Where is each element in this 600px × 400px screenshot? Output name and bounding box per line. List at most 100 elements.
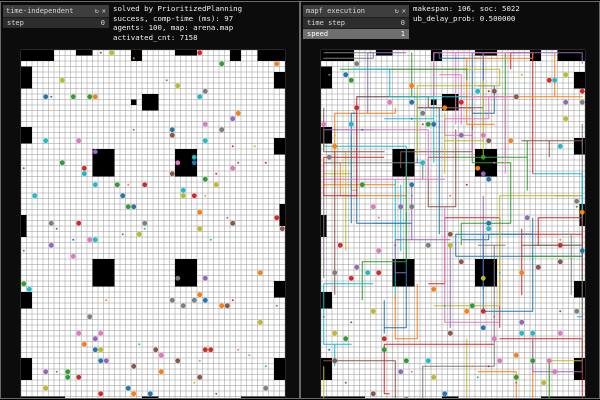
agent-goal [333,249,336,252]
agent-marker [480,325,486,331]
agent-marker [431,286,437,292]
agent-marker [480,154,486,160]
time-independent-window[interactable]: time-independent ↻ ✕ step 0 [3,5,109,28]
agent-goal [328,348,331,351]
agent-marker [343,72,349,78]
agent-marker [65,369,71,375]
agent-marker [332,143,338,149]
obstacle [230,50,241,61]
agent-marker [381,336,387,342]
time-step-label: time step [307,19,345,27]
agent-marker [32,193,38,199]
agent-marker [213,182,219,188]
agent-marker [219,303,225,309]
agent-goal [487,90,490,93]
speed-slider[interactable]: speed 1 [303,28,409,39]
agent-goal [465,183,468,186]
agent-marker [458,259,464,265]
agent-marker [109,50,115,56]
agent-marker [180,187,186,193]
agent-goal [22,167,25,170]
agent-marker [59,77,65,83]
collapse-icon[interactable]: ↻ [395,7,399,15]
agent-marker [92,182,98,188]
agent-goal [215,172,218,175]
agent-marker [76,138,82,144]
agent-marker [475,165,481,171]
close-icon[interactable]: ✕ [102,7,106,15]
agent-goal [204,194,207,197]
agent-marker [131,363,137,369]
agent-marker [274,215,280,221]
agent-marker [208,347,214,353]
agent-marker [409,204,415,210]
agent-marker [191,193,197,199]
agent-marker [403,358,409,364]
agent-marker [519,270,525,276]
agent-marker [92,94,98,100]
agent-goal [504,161,507,164]
agent-marker [158,369,164,375]
agent-marker [70,253,76,259]
agent-marker [563,99,569,105]
agent-marker [257,270,263,276]
agent-marker [354,264,360,270]
agent-marker [103,358,109,364]
info-line: makespan: 106, soc: 5022 [413,4,520,13]
agent-marker [557,330,563,336]
left-panel: time-independent ↻ ✕ step 0 solved by Pri… [0,1,300,399]
agent-marker [480,171,486,177]
agent-marker [202,347,208,353]
agent-marker [59,160,65,166]
agent-marker [92,237,98,243]
agent-marker [370,308,376,314]
agent-goal [132,205,135,208]
agent-goal [132,128,135,131]
step-slider[interactable]: step 0 [3,17,109,28]
agent-marker [557,242,563,248]
agent-marker [574,308,580,314]
agent-goal [575,205,578,208]
agent-goal [520,73,523,76]
agent-marker [354,61,360,67]
agent-marker [263,385,269,391]
obstacle [274,72,285,89]
agent-marker [469,303,475,309]
agent-goal [559,310,562,313]
mapf-execution-window[interactable]: mapf execution ↻ ✕ time step 0 speed 1 [303,5,409,39]
agent-goal [581,277,584,280]
speed-label: speed [307,30,329,38]
collapse-icon[interactable]: ↻ [95,7,99,15]
agent-marker [447,242,453,248]
window-titlebar[interactable]: time-independent ↻ ✕ [3,5,109,17]
agent-marker [486,138,492,144]
agent-goal [476,376,479,379]
agent-goal [498,271,501,274]
agent-marker [125,385,131,391]
agent-marker [274,61,280,67]
agent-marker [480,308,486,314]
agent-marker [398,204,404,210]
agent-goal [377,216,380,219]
obstacle [175,259,197,287]
obstacle [21,50,54,61]
agent-goal [410,370,413,373]
agent-marker [579,209,585,215]
agent-marker [442,391,448,397]
agent-marker [76,374,82,380]
agent-marker [87,314,93,320]
close-icon[interactable]: ✕ [402,7,406,15]
window-titlebar[interactable]: mapf execution ↻ ✕ [303,5,409,17]
obstacle [279,204,285,226]
agent-marker [169,127,175,133]
solver-info: solved by PrioritizedPlanning success, c… [113,4,242,42]
agent-goal [22,249,25,252]
agent-marker [480,275,486,281]
agent-goal [493,315,496,318]
agent-marker [87,237,93,243]
agent-marker [175,358,181,364]
agent-marker [142,182,148,188]
agent-marker [458,99,464,105]
agent-marker [48,242,54,248]
time-step-slider[interactable]: time step 0 [303,17,409,28]
